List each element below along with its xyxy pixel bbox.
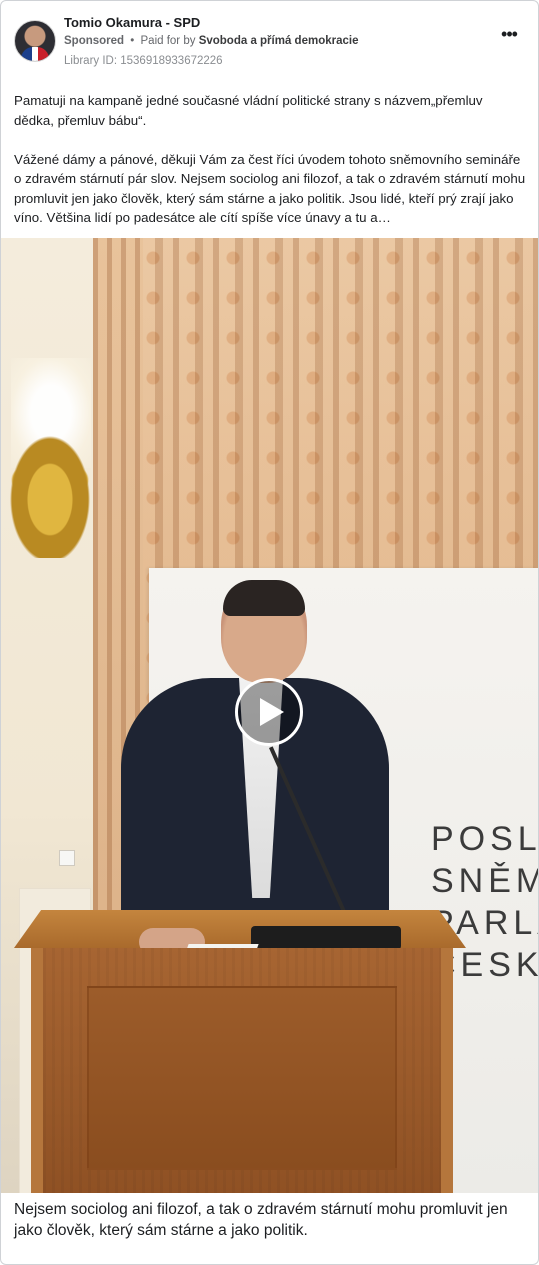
separator: •: [130, 35, 135, 47]
video-player[interactable]: POSLA SNĚM PARLA ČESKÉ: [1, 238, 538, 1193]
page-name[interactable]: Tomio Okamura - SPD: [64, 15, 200, 30]
body-paragraph-1: Pamatuji na kampaně jedné současné vládn…: [14, 93, 483, 128]
banner-line: POSLA: [431, 820, 538, 858]
more-horizontal-icon[interactable]: •••: [498, 25, 520, 45]
paid-for-prefix: Paid for by: [140, 35, 196, 47]
ad-card: Tomio Okamura - SPD Sponsored • Paid for…: [0, 0, 539, 1265]
speaker-hair: [223, 580, 305, 616]
ad-header: Tomio Okamura - SPD Sponsored • Paid for…: [1, 1, 538, 79]
play-button[interactable]: [235, 678, 303, 746]
sponsor-line: Sponsored • Paid for by Svoboda a přímá …: [64, 35, 358, 47]
avatar[interactable]: [14, 20, 56, 62]
podium-panel: [87, 986, 397, 1170]
banner-line: SNĚM: [431, 862, 538, 900]
body-paragraph-2: Vážené dámy a pánové, děkuji Vám za čest…: [14, 151, 526, 226]
play-icon: [260, 698, 284, 726]
sponsored-label: Sponsored: [64, 35, 125, 47]
video-wall-socket: [59, 850, 75, 866]
video-chandelier: [5, 428, 95, 558]
podium-tray: [251, 926, 401, 950]
library-id: Library ID: 1536918933672226: [64, 55, 223, 67]
video-caption: Nejsem sociolog ani filozof, a tak o zdr…: [14, 1201, 508, 1239]
ad-body-text: Pamatuji na kampaně jedné současné vládn…: [14, 91, 526, 228]
payer-name[interactable]: Svoboda a přímá demokracie: [199, 35, 359, 47]
